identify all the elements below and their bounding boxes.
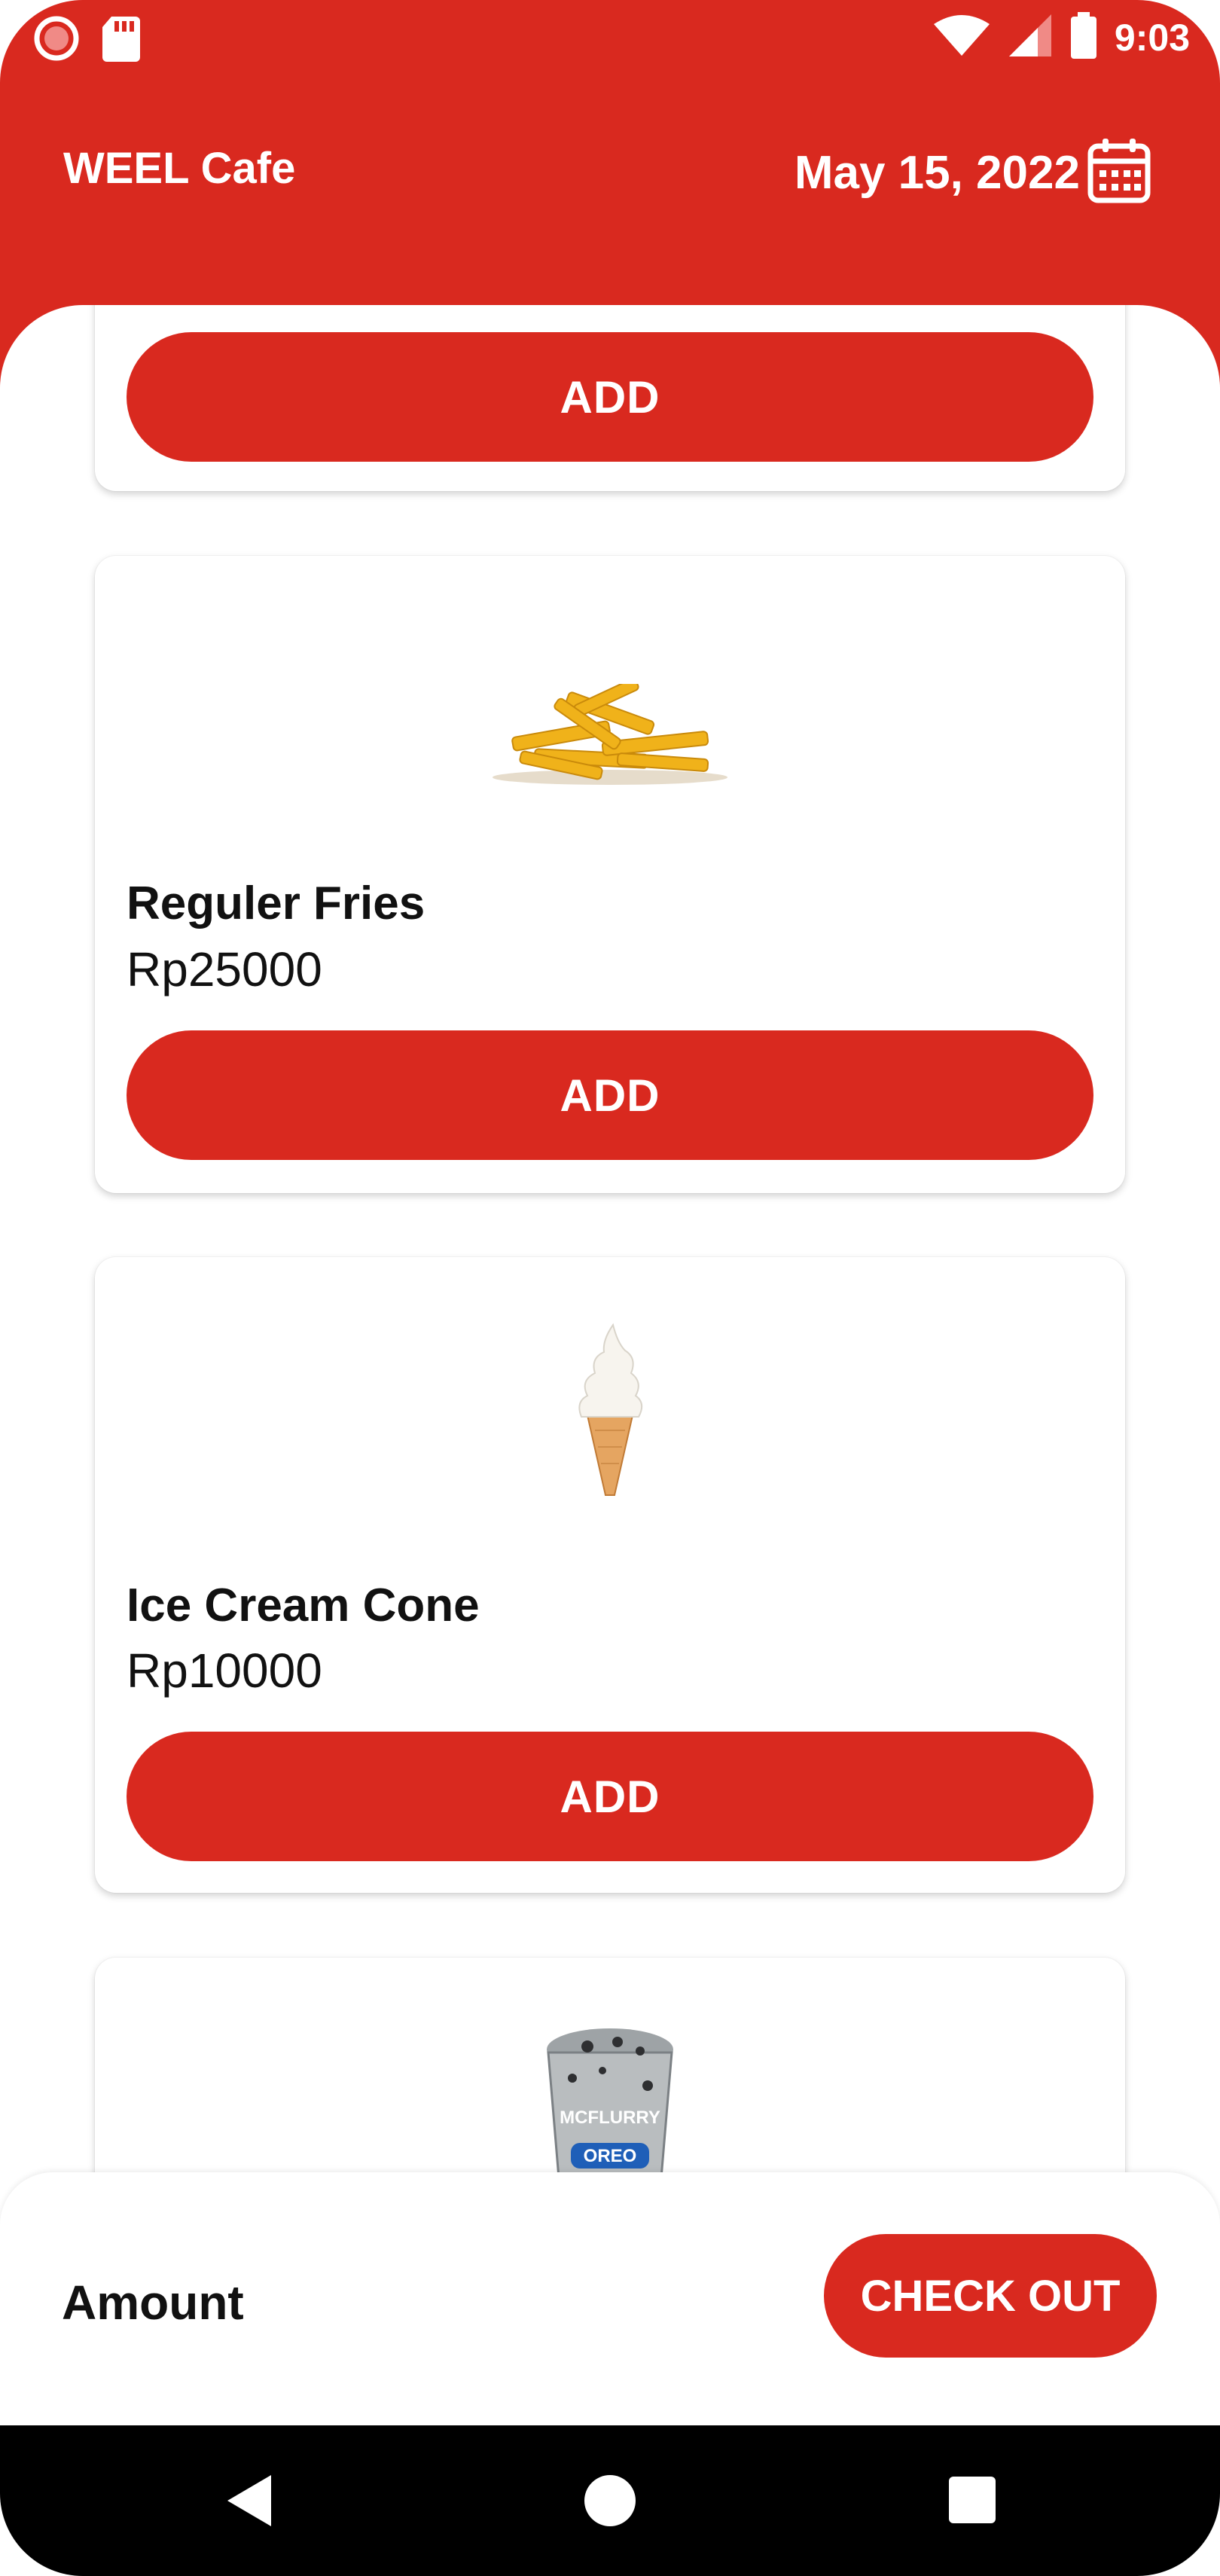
add-button[interactable]: ADD [127, 332, 1093, 462]
recents-icon[interactable] [946, 2471, 999, 2535]
fries-image [95, 684, 1125, 789]
battery-icon [1069, 12, 1098, 63]
product-price: Rp10000 [127, 1644, 322, 1698]
product-card: MCFLURRY OREO [95, 1958, 1125, 2173]
product-card: Reguler Fries Rp25000 ADD [95, 556, 1125, 1193]
date-picker[interactable]: May 15, 2022 [795, 137, 1152, 209]
status-time: 9:03 [1114, 16, 1190, 59]
add-button[interactable]: ADD [127, 1732, 1093, 1861]
product-card: Ice Cream Cone Rp10000 ADD [95, 1257, 1125, 1893]
wifi-icon [932, 14, 991, 61]
product-name: Ice Cream Cone [127, 1579, 480, 1631]
product-name: Reguler Fries [127, 877, 425, 929]
record-icon [33, 15, 80, 66]
checkout-button[interactable]: CHECK OUT [824, 2234, 1157, 2358]
signal-icon [1008, 13, 1053, 62]
home-icon[interactable] [581, 2471, 639, 2535]
oreo-label: OREO [584, 2146, 637, 2166]
status-bar: 9:03 [0, 0, 1220, 75]
calendar-icon[interactable] [1086, 137, 1152, 209]
product-card: ADD [95, 305, 1125, 491]
system-nav-bar [0, 2425, 1220, 2576]
app-title: WEEL Cafe [63, 144, 296, 193]
ice-cream-cone-image [95, 1317, 1125, 1498]
sd-card-icon [101, 15, 142, 66]
mcflurry-oreo-image: MCFLURRY OREO [95, 2025, 1125, 2173]
checkout-bar: Amount CHECK OUT [0, 2172, 1220, 2428]
amount-label: Amount [62, 2275, 244, 2330]
back-icon[interactable] [223, 2471, 276, 2535]
selected-date: May 15, 2022 [794, 147, 1080, 199]
mcflurry-label: MCFLURRY [560, 2107, 660, 2128]
product-list[interactable]: ADD Reguler Fries Rp25000 ADD Ice Cream … [0, 305, 1220, 2173]
product-price: Rp25000 [127, 942, 322, 997]
app-screen: 9:03 WEEL Cafe May 15, 2022 ADD Reguler … [0, 0, 1220, 2576]
add-button[interactable]: ADD [127, 1030, 1093, 1160]
